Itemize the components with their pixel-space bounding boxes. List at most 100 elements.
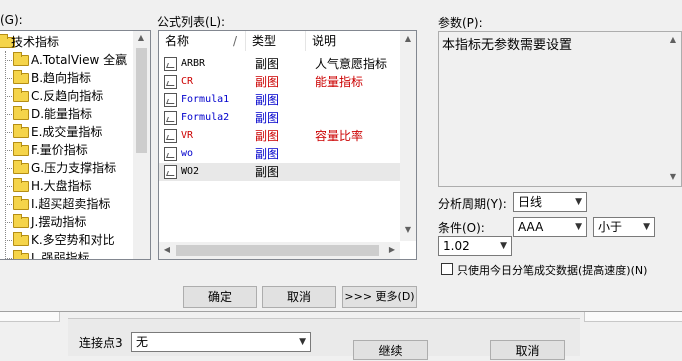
- formula-icon: [164, 93, 177, 107]
- tree-item-label: D.能量指标: [31, 107, 93, 121]
- tree-connector: [5, 186, 12, 187]
- folder-icon: [13, 88, 29, 102]
- continue-button[interactable]: 继续: [353, 340, 428, 360]
- folder-icon: [13, 250, 29, 259]
- chevron-down-icon: ▼: [643, 222, 650, 232]
- tree-vertical-line: [5, 51, 6, 259]
- connect-select[interactable]: 无 ▼: [131, 332, 311, 352]
- tree-connector: [5, 78, 12, 79]
- formula-type: 副图: [255, 111, 280, 125]
- condition-label: 条件(O):: [438, 221, 485, 235]
- formula-type: 副图: [255, 57, 280, 71]
- tree-item-label: F.量价指标: [31, 143, 88, 157]
- formula-icon: [164, 147, 177, 161]
- formula-name: wo: [181, 148, 194, 159]
- ok-button[interactable]: 确定: [183, 286, 257, 308]
- tree-connector: [5, 60, 12, 61]
- tree-connector: [5, 258, 12, 259]
- col-type-header[interactable]: 类型: [246, 31, 306, 51]
- folder-icon: [13, 214, 29, 228]
- folder-icon: [13, 232, 29, 246]
- cancel-button[interactable]: 取消: [262, 286, 336, 308]
- formula-icon: [164, 75, 177, 89]
- params-box[interactable]: 本指标无参数需要设置 ▲ ▼: [438, 31, 682, 187]
- condition-operator-select[interactable]: 小于 ▼: [593, 217, 655, 237]
- formula-row[interactable]: Formula1 副图: [159, 91, 401, 109]
- formula-name: ARBR: [181, 58, 206, 69]
- tree-item-label: I.超买超卖指标: [31, 197, 111, 211]
- tree-root-label: 技术指标: [11, 35, 60, 49]
- condition-value-select[interactable]: 1.02 ▼: [438, 236, 512, 256]
- scroll-down-icon[interactable]: ▼: [400, 225, 416, 234]
- tree-connector: [5, 132, 12, 133]
- tree-connector: [5, 96, 12, 97]
- formula-type: 副图: [255, 147, 280, 161]
- tree-item-label: B.趋向指标: [31, 71, 92, 85]
- tree-connector: [5, 168, 12, 169]
- formula-icon: [164, 165, 177, 179]
- tree-item-label: J.摆动指标: [31, 215, 87, 229]
- formula-type: 副图: [255, 93, 280, 107]
- folder-icon: [13, 196, 29, 210]
- scroll-up-icon[interactable]: ▲: [665, 35, 681, 44]
- col-desc-header[interactable]: 说明: [306, 31, 401, 51]
- indicator-tree[interactable]: 技术指标 A.TotalView 全嬴 B.趋向指标 C.反趋向指标 D.能量指标 E.…: [0, 30, 151, 260]
- formula-list[interactable]: 名称 / 类型 说明 ARBR 副图 人气意愿指标 CR 副图 能量指标 Formula1 副…: [158, 30, 417, 260]
- formula-row[interactable]: Formula2 副图: [159, 109, 401, 127]
- folder-icon: [13, 178, 29, 192]
- formula-icon: [164, 57, 177, 71]
- formula-name: WO2: [181, 166, 200, 177]
- formula-row[interactable]: WO2 副图: [159, 163, 401, 181]
- params-text: 本指标无参数需要设置: [442, 38, 573, 53]
- formula-row[interactable]: wo 副图: [159, 145, 401, 163]
- tree-scrollbar[interactable]: ▲: [133, 31, 150, 259]
- tree-label: (G):: [0, 13, 23, 27]
- folder-icon: [13, 70, 29, 84]
- scroll-left-icon[interactable]: ◀: [159, 245, 175, 254]
- tree-item-label: C.反趋向指标: [31, 89, 104, 103]
- tree-item-label: L.强弱指标: [31, 251, 90, 260]
- period-select[interactable]: 日线 ▼: [513, 192, 587, 212]
- list-hscrollbar[interactable]: ◀ ▶: [159, 242, 400, 259]
- condition-indicator-select[interactable]: AAA ▼: [513, 217, 587, 237]
- col-name-header[interactable]: 名称 /: [159, 31, 246, 51]
- folder-icon: [13, 52, 29, 66]
- chevron-down-icon: ▼: [500, 241, 507, 251]
- scroll-right-icon[interactable]: ▶: [384, 245, 400, 254]
- tree-connector: [5, 240, 12, 241]
- scroll-down-icon[interactable]: ▼: [665, 172, 681, 181]
- today-data-checkbox[interactable]: [441, 263, 453, 275]
- scroll-up-icon[interactable]: ▲: [133, 33, 149, 42]
- formula-type: 副图: [255, 165, 280, 179]
- formula-icon: [164, 129, 177, 143]
- tree-connector: [5, 150, 12, 151]
- formula-desc: 人气意愿指标: [315, 57, 388, 71]
- chevron-down-icon: ▼: [575, 197, 582, 207]
- formula-type: 副图: [255, 129, 280, 143]
- formula-desc: 容量比率: [315, 129, 364, 143]
- formula-type: 副图: [255, 75, 280, 89]
- params-label: 参数(P):: [438, 16, 483, 30]
- tree-item-label: A.TotalView 全嬴: [31, 53, 128, 67]
- folder-icon: [13, 142, 29, 156]
- connect-label: 连接点3: [79, 336, 123, 350]
- list-vscrollbar[interactable]: ▲ ▼: [400, 31, 416, 241]
- tree-item-label: H.大盘指标: [31, 179, 92, 193]
- formula-row[interactable]: ARBR 副图 人气意愿指标: [159, 55, 401, 73]
- scroll-thumb[interactable]: [136, 48, 147, 153]
- hscroll-thumb[interactable]: [176, 245, 379, 256]
- cancel-button-2[interactable]: 取消: [490, 340, 565, 360]
- formula-desc: 能量指标: [315, 75, 364, 89]
- scroll-up-icon[interactable]: ▲: [400, 34, 416, 43]
- formula-name: Formula1: [181, 94, 230, 105]
- sort-indicator: /: [233, 34, 238, 48]
- formula-name: CR: [181, 76, 194, 87]
- tree-item-label: G.压力支撑指标: [31, 161, 117, 175]
- more-button[interactable]: >>> 更多(D): [342, 286, 417, 308]
- formula-row[interactable]: VR 副图 容量比率: [159, 127, 401, 145]
- today-data-label: 只使用今日分笔成交数据(提高速度)(N): [457, 264, 648, 277]
- formula-icon: [164, 111, 177, 125]
- formula-row[interactable]: CR 副图 能量指标: [159, 73, 401, 91]
- formula-list-label: 公式列表(L):: [157, 15, 226, 29]
- params-scrollbar[interactable]: ▲ ▼: [665, 32, 681, 186]
